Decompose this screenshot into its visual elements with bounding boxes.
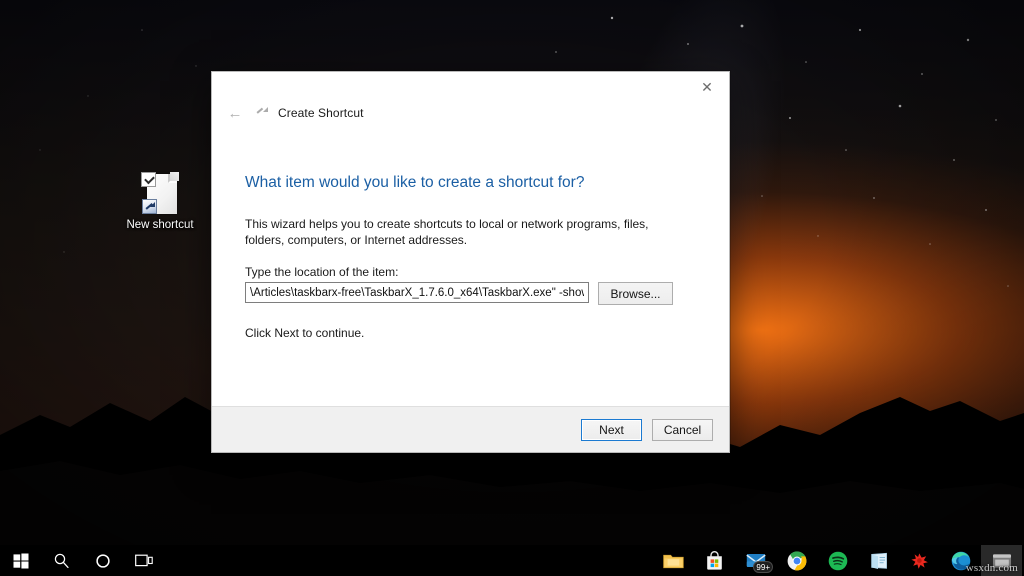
mail-badge: 99+ [753, 561, 773, 573]
browse-button[interactable]: Browse... [598, 282, 673, 305]
dialog-footer: Next Cancel [212, 406, 729, 452]
task-view-button[interactable] [123, 545, 164, 576]
taskbar-app-google-chrome[interactable] [776, 545, 817, 576]
shortcut-arrow-icon [142, 199, 157, 214]
taskbar-app-onenote[interactable] [858, 545, 899, 576]
cortana-button[interactable] [82, 545, 123, 576]
dialog-body: What item would you like to create a sho… [212, 104, 729, 406]
location-input[interactable] [245, 282, 589, 303]
taskbar-app-microsoft-edge[interactable] [940, 545, 981, 576]
description-text: This wizard helps you to create shortcut… [245, 217, 649, 247]
page-title: What item would you like to create a sho… [245, 174, 585, 191]
checkbox-icon [141, 172, 156, 187]
taskbar-app-microsoft-store[interactable] [694, 545, 735, 576]
task-view-icon [134, 554, 153, 567]
folder-icon [663, 554, 684, 568]
chrome-icon [787, 550, 806, 570]
onenote-icon [870, 552, 887, 569]
next-button[interactable]: Next [581, 418, 642, 441]
taskbar-app-mail[interactable]: 99+ [735, 545, 776, 576]
taskbar[interactable]: 99+ wsxdn.com [0, 545, 1024, 576]
windows-logo-icon [13, 553, 28, 568]
store-bag-icon [707, 551, 722, 570]
create-shortcut-dialog[interactable]: ✕ ← Create Shortcut What item would you … [211, 71, 730, 453]
red-splash-icon [911, 552, 928, 569]
continue-hint: Click Next to continue. [245, 326, 365, 340]
edge-icon [951, 551, 970, 570]
document-shortcut-icon [141, 172, 179, 216]
taskbar-app-file-explorer[interactable] [653, 545, 694, 576]
circle-icon [95, 553, 110, 568]
close-icon[interactable]: ✕ [685, 72, 729, 101]
window-icon [992, 553, 1011, 568]
dialog-titlebar[interactable]: ✕ ← Create Shortcut [212, 72, 729, 121]
desktop-icon-new-shortcut[interactable]: New shortcut [123, 172, 197, 234]
taskbar-app-adobe[interactable] [899, 545, 940, 576]
search-button[interactable] [41, 545, 82, 576]
search-icon [54, 553, 69, 569]
taskbar-app-active-window[interactable] [981, 545, 1022, 576]
spotify-icon [828, 551, 847, 570]
desktop-icon-label: New shortcut [126, 219, 194, 231]
document-fold-icon [170, 172, 179, 181]
taskbar-app-buttons: 99+ [653, 545, 1024, 576]
cancel-button[interactable]: Cancel [652, 418, 713, 441]
taskbar-app-spotify[interactable] [817, 545, 858, 576]
start-button[interactable] [0, 545, 41, 576]
location-input-row: Browse... [245, 282, 673, 305]
taskbar-system-buttons [0, 545, 164, 576]
location-field-label: Type the location of the item: [245, 265, 399, 279]
